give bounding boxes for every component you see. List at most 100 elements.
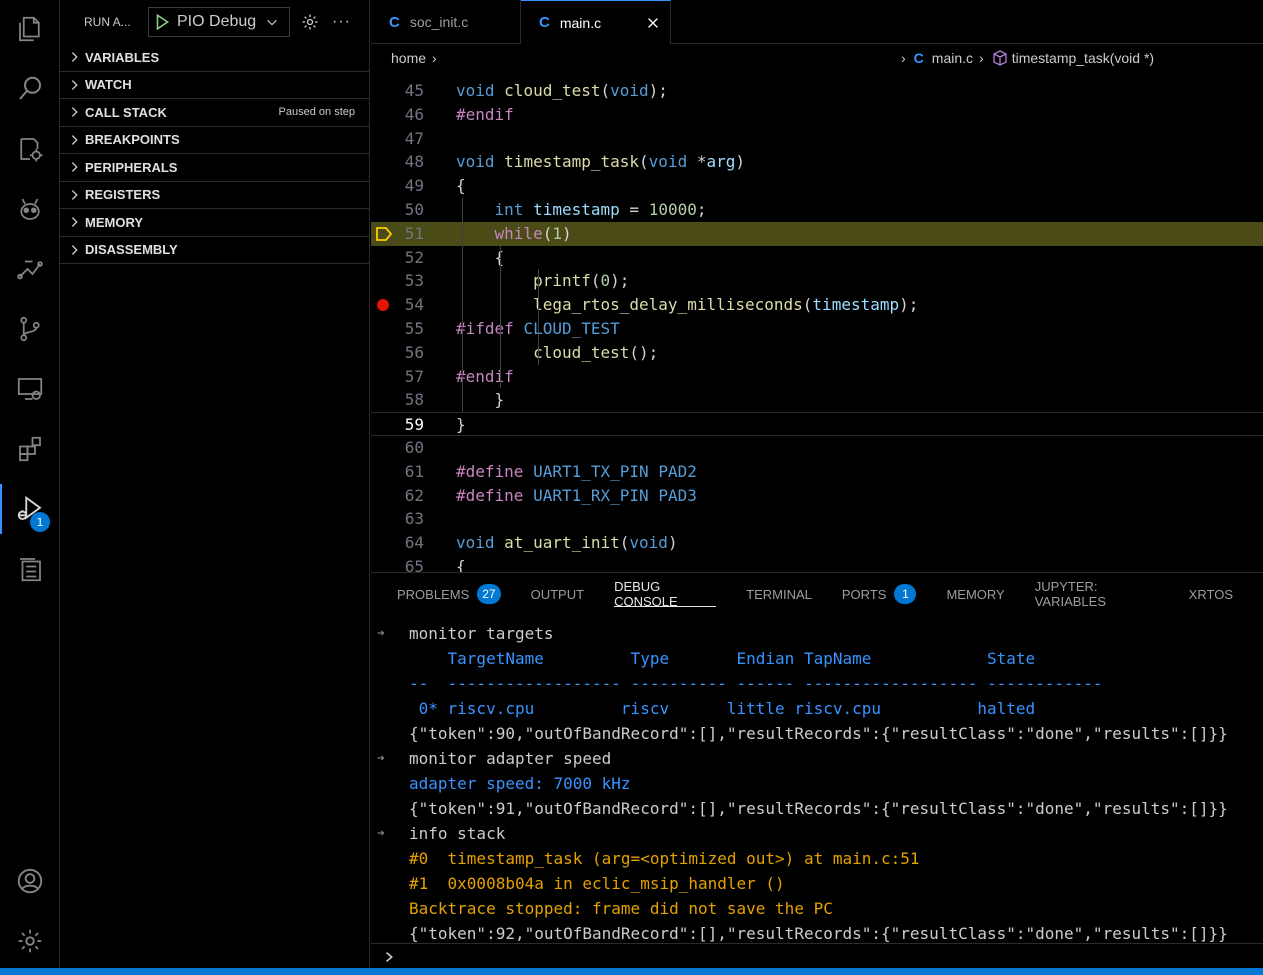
- tab-terminal[interactable]: TERMINAL: [746, 573, 812, 615]
- code-line[interactable]: 51 while(1): [371, 221, 1263, 246]
- debug-badge: 1: [30, 512, 50, 532]
- chevron-down-icon: [267, 19, 277, 26]
- console-output-line: Backtrace stopped: frame did not save th…: [371, 896, 1263, 921]
- tab-xrtos[interactable]: XRTOS: [1189, 573, 1233, 615]
- platformio-icon[interactable]: [0, 184, 60, 234]
- line-number: 59: [404, 415, 424, 435]
- debug-config-select[interactable]: PIO Debug: [148, 7, 290, 37]
- section-call-stack[interactable]: CALL STACK Paused on step: [60, 99, 369, 127]
- section-variables[interactable]: VARIABLES: [60, 44, 369, 72]
- debug-console-output: ➔ monitor targets TargetName Type Endian …: [371, 621, 1263, 946]
- line-number: 46: [404, 104, 424, 124]
- account-icon[interactable]: [0, 856, 60, 906]
- more-actions-icon[interactable]: ···: [332, 13, 351, 31]
- start-debug-icon[interactable]: [153, 13, 171, 31]
- line-number: 60: [404, 438, 424, 457]
- code-line[interactable]: 58 }: [371, 388, 1263, 412]
- tab-problems[interactable]: PROBLEMS 27: [397, 573, 501, 615]
- panel-tab-label: MEMORY: [946, 586, 1005, 602]
- panel-tab-label: PORTS: [841, 586, 887, 602]
- code-line[interactable]: 63: [371, 507, 1263, 531]
- remote-tree-icon[interactable]: [0, 244, 60, 294]
- tab-ports[interactable]: PORTS 1: [842, 573, 917, 615]
- tab-memory[interactable]: MEMORY: [946, 573, 1004, 615]
- line-number: 53: [404, 271, 424, 291]
- tab-debug-console[interactable]: DEBUG CONSOLE: [614, 573, 717, 615]
- status-bar: [0, 968, 1263, 975]
- source-control-icon[interactable]: [0, 304, 60, 354]
- chevron-right-icon: [71, 244, 78, 255]
- console-output-line: #0 timestamp_task (arg=<optimized out>) …: [371, 846, 1263, 871]
- line-number: 64: [404, 533, 424, 553]
- code-line[interactable]: 65 {: [371, 555, 1263, 572]
- remote-explorer-icon[interactable]: [0, 364, 60, 414]
- tab-jupyter-variables[interactable]: JUPYTER: VARIABLES: [1035, 573, 1159, 615]
- tab-output[interactable]: OUTPUT: [531, 573, 584, 615]
- close-icon[interactable]: [646, 16, 660, 30]
- tasks-icon[interactable]: [0, 544, 60, 594]
- section-memory[interactable]: MEMORY: [60, 209, 369, 237]
- tab-soc-init[interactable]: C soc_init.c: [371, 0, 521, 44]
- code-line[interactable]: 60: [371, 436, 1263, 460]
- section-breakpoints[interactable]: BREAKPOINTS: [60, 127, 369, 154]
- chevron-right-icon: [71, 107, 78, 118]
- console-output-line: -- ------------------ ---------- ------ …: [371, 671, 1263, 696]
- settings-gear-icon[interactable]: [0, 916, 60, 966]
- section-registers[interactable]: REGISTERS: [60, 182, 369, 209]
- section-peripherals[interactable]: PERIPHERALS: [60, 154, 369, 182]
- code-line[interactable]: 59}: [371, 412, 1263, 437]
- code-line[interactable]: 61 #define UART1_TX_PIN PAD2: [371, 460, 1263, 484]
- line-text: while(1): [494, 223, 572, 243]
- section-disassembly[interactable]: DISASSEMBLY: [60, 237, 369, 264]
- method-cube-icon: [993, 50, 1007, 66]
- code-line[interactable]: 64 void at_uart_init(void): [371, 531, 1263, 555]
- code-line[interactable]: 54 lega_rtos_delay_milliseconds(timestam…: [371, 293, 1263, 317]
- chevron-right-icon: [71, 217, 78, 228]
- console-text: -- ------------------ ---------- ------ …: [409, 674, 1103, 693]
- tab-main[interactable]: C main.c: [521, 0, 671, 44]
- breadcrumb-root[interactable]: home: [391, 50, 426, 66]
- console-text: {"token":91,"outOfBandRecord":[],"result…: [409, 799, 1228, 818]
- console-text: TargetName Type Endian TapName State: [409, 649, 1036, 668]
- section-label: DISASSEMBLY: [85, 242, 178, 258]
- tab-label: soc_init.c: [409, 14, 469, 30]
- editor-tabs: C soc_init.c C main.c: [371, 0, 1263, 44]
- explorer-icon[interactable]: [0, 4, 60, 54]
- extensions-icon[interactable]: [0, 424, 60, 474]
- breadcrumb-symbol[interactable]: timestamp_task(void *): [1012, 50, 1154, 66]
- code-line[interactable]: 45 void cloud_test(void);: [371, 79, 1263, 103]
- breadcrumb-file[interactable]: main.c: [932, 50, 973, 66]
- code-line[interactable]: 48 void timestamp_task(void *arg): [371, 150, 1263, 174]
- debug-config-label: PIO Debug: [177, 13, 257, 30]
- gear-icon[interactable]: [300, 12, 320, 32]
- c-file-icon: C: [539, 14, 550, 31]
- code-line[interactable]: 47: [371, 127, 1263, 151]
- code-line[interactable]: 46 #endif: [371, 103, 1263, 127]
- debug-console-input[interactable]: [371, 943, 1263, 969]
- code-line[interactable]: 62 #define UART1_RX_PIN PAD3: [371, 484, 1263, 508]
- code-line[interactable]: 52 {: [371, 246, 1263, 270]
- line-text: #define UART1_TX_PIN PAD2: [456, 461, 697, 481]
- code-line[interactable]: 57 #endif: [371, 365, 1263, 389]
- search-icon[interactable]: [0, 64, 60, 114]
- line-number: 65: [404, 557, 424, 572]
- code-line[interactable]: 53 printf(0);: [371, 269, 1263, 293]
- section-watch[interactable]: WATCH: [60, 72, 369, 99]
- console-text: adapter speed: 7000 kHz: [409, 774, 631, 793]
- console-output-line: adapter speed: 7000 kHz: [371, 771, 1263, 796]
- code-line[interactable]: 50 int timestamp = 10000;: [371, 198, 1263, 222]
- section-label: WATCH: [85, 77, 132, 93]
- line-text: {: [456, 176, 466, 196]
- c-file-icon: C: [389, 13, 400, 31]
- panel-tab-label: JUPYTER: VARIABLES: [1034, 579, 1106, 609]
- line-number: 51: [404, 223, 424, 243]
- line-text: {: [456, 557, 466, 572]
- chevron-right-icon: [71, 79, 78, 90]
- extensions-settings-icon[interactable]: [0, 124, 60, 174]
- bottom-panel: PROBLEMS 27 OUTPUT DEBUG CONSOLE TERMINAL POR…: [371, 572, 1263, 968]
- code-line[interactable]: 56 cloud_test();: [371, 341, 1263, 365]
- run-debug-icon[interactable]: 1: [0, 484, 60, 534]
- code-line[interactable]: 49 {: [371, 174, 1263, 198]
- code-line[interactable]: 55 #ifdef CLOUD_TEST: [371, 317, 1263, 341]
- code-editor[interactable]: 45 void cloud_test(void); 46 #endif 47 48 void…: [371, 78, 1263, 572]
